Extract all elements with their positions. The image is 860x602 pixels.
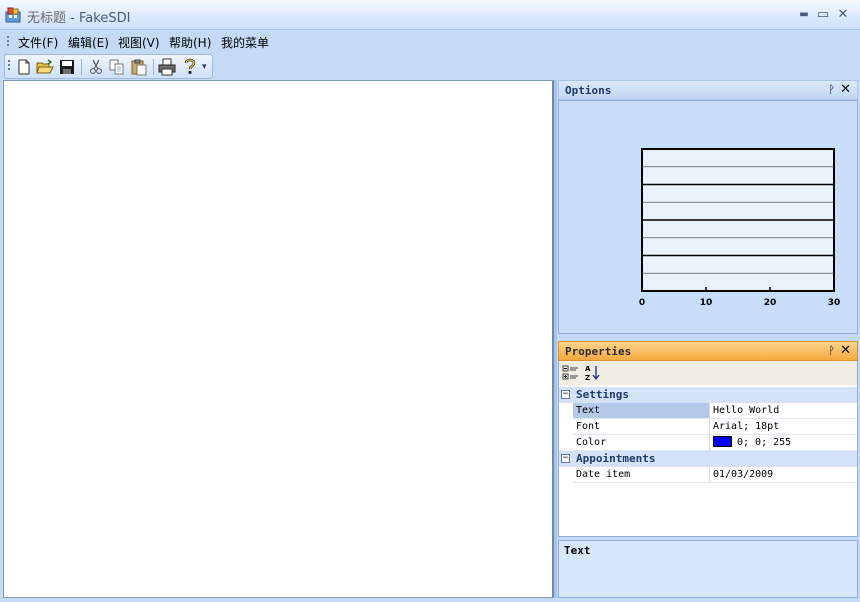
collapse-icon[interactable]: − [561, 454, 570, 463]
properties-close-icon[interactable]: ✕ [840, 343, 851, 358]
toolbar-overflow-icon[interactable]: ▾ [202, 62, 207, 72]
open-folder-icon[interactable] [36, 58, 54, 76]
options-pane-header: Options ᚹ ✕ [558, 80, 858, 100]
document-view[interactable] [3, 80, 554, 598]
color-swatch [713, 436, 732, 447]
toolbar-grip-icon[interactable] [8, 60, 11, 72]
new-file-icon[interactable] [15, 58, 33, 76]
copy-icon[interactable] [108, 58, 126, 76]
menu-grip-icon[interactable] [7, 36, 10, 48]
menu-bar: 文件(F) 编辑(E) 视图(V) 帮助(H) 我的菜单 [0, 31, 860, 53]
properties-pane-header: Properties ᚹ ✕ [558, 341, 858, 361]
save-icon[interactable] [58, 58, 76, 76]
categorized-icon[interactable] [562, 364, 579, 381]
property-value-color[interactable]: 0; 0; 255 [713, 435, 791, 450]
description-title: Text [564, 544, 591, 557]
options-pane-title: Options [565, 84, 612, 97]
property-value[interactable]: 01/03/2009 [713, 467, 773, 482]
properties-toolbar: A Z [558, 361, 858, 385]
svg-text:Z: Z [585, 374, 590, 381]
help-icon[interactable] [181, 58, 199, 76]
print-icon[interactable] [158, 58, 176, 76]
toolbar-separator [153, 59, 154, 75]
category-label: Appointments [576, 452, 656, 465]
property-value[interactable]: Hello World [713, 403, 779, 418]
x-tick-label: 0 [639, 298, 645, 308]
properties-pin-icon[interactable]: ᚹ [828, 344, 835, 357]
close-button[interactable]: ✕ [834, 6, 852, 24]
minimize-button[interactable]: ▬ [795, 6, 813, 24]
app-icon [5, 7, 21, 23]
title-separator: - [70, 11, 75, 26]
property-row-date-item[interactable]: Date item 01/03/2009 [573, 467, 857, 483]
color-value: 0; 0; 255 [737, 437, 792, 448]
property-row-font[interactable]: Font Arial; 18pt [573, 419, 857, 435]
property-row-text[interactable]: Text Hello World [573, 403, 857, 419]
category-settings[interactable]: − Settings [559, 387, 857, 403]
description-pane: Text [558, 540, 858, 598]
properties-pane-title: Properties [565, 345, 632, 358]
title-bar: 无标题 - FakeSDI ▬ ▭ ✕ [0, 0, 860, 30]
toolbar-separator [81, 59, 82, 75]
property-name: Font [573, 419, 710, 434]
options-chart: 0 10 20 30 [639, 148, 841, 308]
alphabetical-icon[interactable]: A Z [584, 364, 601, 381]
pane-splitter[interactable] [554, 80, 557, 598]
options-pane-body: 0 10 20 30 [558, 100, 858, 334]
x-tick-label: 20 [764, 298, 777, 308]
category-label: Settings [576, 388, 629, 401]
x-tick-label: 10 [700, 298, 713, 308]
property-name: Color [573, 435, 710, 450]
menu-help[interactable]: 帮助(H) [169, 34, 211, 51]
maximize-button[interactable]: ▭ [814, 6, 832, 24]
options-pin-icon[interactable]: ᚹ [828, 83, 835, 96]
menu-edit[interactable]: 编辑(E) [68, 34, 109, 51]
property-grid: − Settings Text Hello World Font Arial; … [558, 385, 858, 537]
x-tick-label: 30 [828, 298, 841, 308]
document-title: 无标题 [27, 11, 67, 26]
window-title: 无标题 - FakeSDI [27, 7, 130, 26]
menu-my-menu[interactable]: 我的菜单 [221, 34, 269, 51]
property-name: Text [573, 403, 710, 418]
paste-icon[interactable] [130, 58, 148, 76]
standard-toolbar: ▾ [4, 54, 213, 79]
menu-file[interactable]: 文件(F) [18, 34, 58, 51]
property-name: Date item [573, 467, 710, 482]
property-row-color[interactable]: Color 0; 0; 255 [573, 435, 857, 451]
property-value[interactable]: Arial; 18pt [713, 419, 779, 434]
svg-text:A: A [585, 365, 591, 373]
app-name: FakeSDI [79, 11, 131, 26]
menu-view[interactable]: 视图(V) [118, 34, 160, 51]
cut-icon[interactable] [87, 58, 105, 76]
collapse-icon[interactable]: − [561, 390, 570, 399]
options-close-icon[interactable]: ✕ [840, 82, 851, 97]
category-appointments[interactable]: − Appointments [559, 451, 857, 467]
